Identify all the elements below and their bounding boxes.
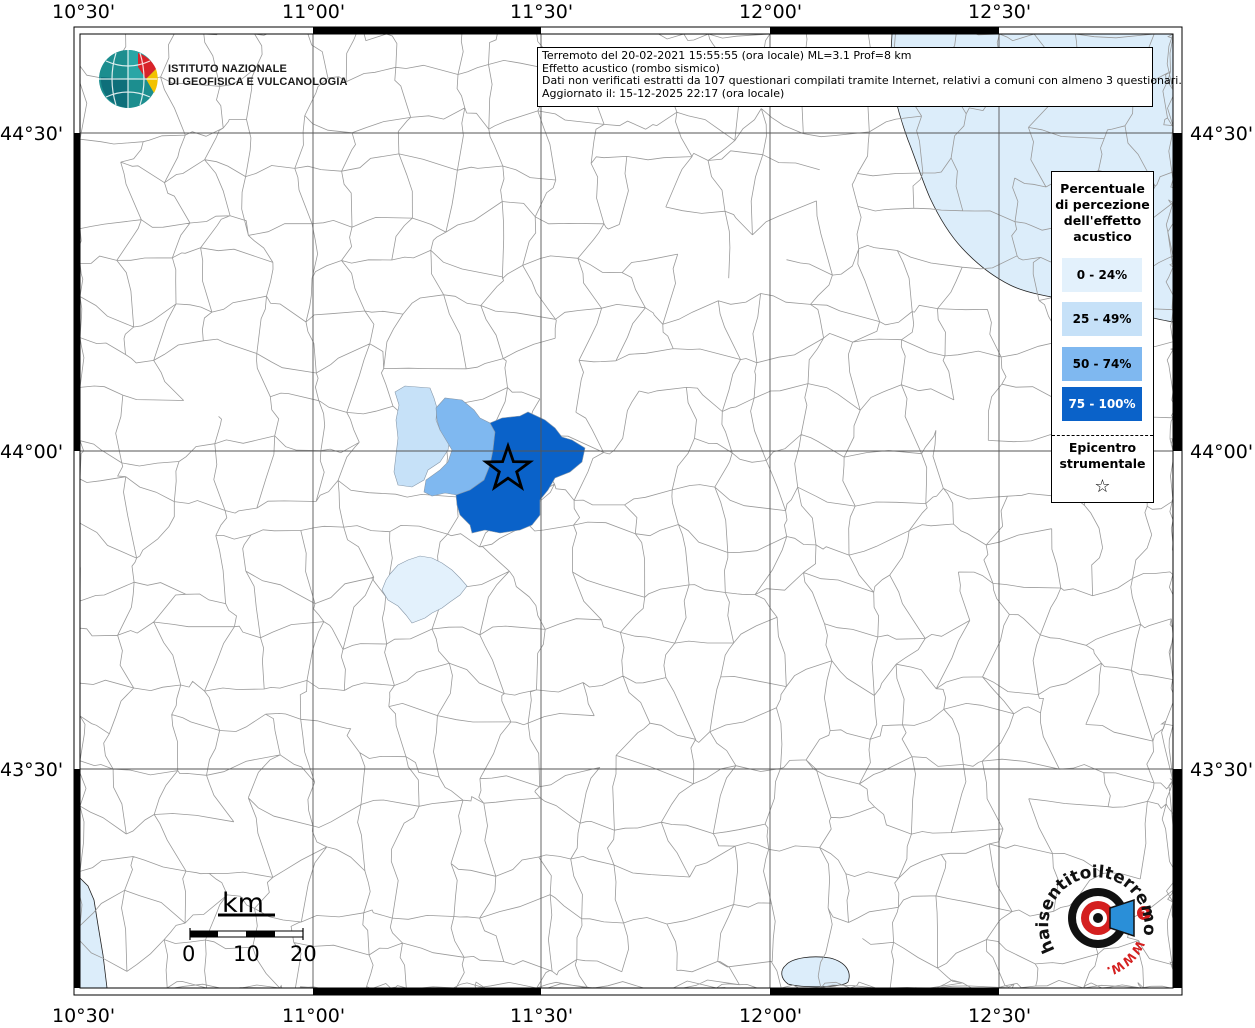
legend-separator <box>1052 435 1153 436</box>
lon-tick-bottom: 10°30' <box>52 1005 115 1024</box>
lon-tick-bottom: 11°00' <box>282 1005 345 1024</box>
event-info-line: Dati non verificati estratti da 107 ques… <box>542 74 1182 88</box>
legend-class-50-74: 50 - 74% <box>1062 347 1142 381</box>
lon-tick-top: 10°30' <box>52 1 115 23</box>
lat-tick-left: 44°00' <box>0 441 63 463</box>
event-info-line: Aggiornato il: 15-12-2025 22:17 (ora loc… <box>542 86 785 100</box>
legend-epicenter-label: Epicentro strumentale <box>1059 440 1146 471</box>
event-info-line: Terremoto del 20-02-2021 15:55:55 (ora l… <box>542 49 912 62</box>
legend-class-0-24: 0 - 24% <box>1062 258 1142 292</box>
lon-tick-top: 12°30' <box>968 1 1031 23</box>
lon-tick-bottom: 11°30' <box>510 1005 573 1024</box>
ingv-name-line2: DI GEOFISICA E VULCANOLOGIA <box>168 75 348 88</box>
lon-tick-bottom: 12°30' <box>968 1005 1031 1024</box>
legend-class-25-49: 25 - 49% <box>1062 302 1142 336</box>
legend-title: Percentuale di percezione dell'effetto a… <box>1055 181 1150 244</box>
ingv-globe-icon <box>99 49 158 108</box>
event-info-box: Terremoto del 20-02-2021 15:55:55 (ora l… <box>537 47 1182 107</box>
scale-label-0: 0 <box>182 942 196 966</box>
ingv-name: ISTITUTO NAZIONALE DI GEOFISICA E VULCAN… <box>168 63 348 88</box>
lake-trasimeno <box>781 956 850 988</box>
scale-label-20: 20 <box>290 942 317 966</box>
scale-unit: km <box>222 888 264 919</box>
legend-star-icon: ☆ <box>1094 476 1111 497</box>
lat-tick-left: 44°30' <box>0 123 63 145</box>
lat-tick-right: 43°30' <box>1190 759 1253 781</box>
legend-class-75-100: 75 - 100% <box>1062 387 1142 421</box>
lon-tick-top: 11°00' <box>282 1 345 23</box>
lat-tick-right: 44°30' <box>1190 123 1253 145</box>
lat-tick-right: 44°00' <box>1190 441 1253 463</box>
lon-tick-bottom: 12°00' <box>739 1005 802 1024</box>
ingv-logo[interactable]: ISTITUTO NAZIONALE DI GEOFISICA E VULCAN… <box>98 47 347 111</box>
lat-tick-left: 43°30' <box>0 759 63 781</box>
lon-tick-top: 12°00' <box>739 1 802 23</box>
ingv-name-line1: ISTITUTO NAZIONALE <box>168 63 287 75</box>
intensity-map[interactable]: 10°30' 11°00' 11°30' 12°00' 12°30' 10°30… <box>0 0 1255 1027</box>
scale-label-10: 10 <box>233 942 260 966</box>
legend: Percentuale di percezione dell'effetto a… <box>1051 171 1154 503</box>
lon-tick-top: 11°30' <box>510 1 573 23</box>
